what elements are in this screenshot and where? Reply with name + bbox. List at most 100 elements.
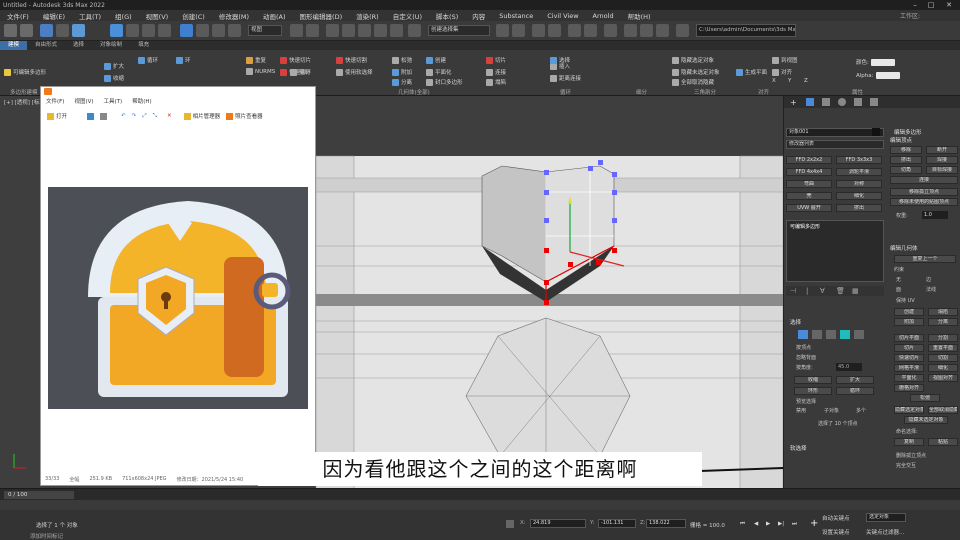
iv-photo-viewer-button[interactable]: 照片查看器 xyxy=(226,112,263,120)
grow-button[interactable]: 扩大 xyxy=(836,376,874,384)
preview-multi-radio[interactable]: 多个 xyxy=(856,407,866,414)
ribbon-hide-unselected[interactable]: 隐藏未选定对象 xyxy=(672,68,720,76)
configure-sets-icon[interactable]: ▦ xyxy=(852,287,859,295)
menu-graph-editors[interactable]: 图形编辑器(D) xyxy=(293,11,350,21)
key-filters-button[interactable]: 关键点过滤器... xyxy=(866,528,904,536)
iv-menu-help[interactable]: 帮助(H) xyxy=(127,97,156,107)
grid-align-button[interactable]: 栅格对齐 xyxy=(894,384,924,392)
ribbon-relax[interactable]: 松弛 xyxy=(392,56,412,64)
edit-vertices-title[interactable]: 编辑顶点 xyxy=(890,136,912,144)
menu-scripting[interactable]: 脚本(S) xyxy=(429,11,465,21)
rect-selection-icon[interactable] xyxy=(142,24,155,37)
weight-value[interactable]: 1.0 xyxy=(922,211,948,219)
break-button[interactable]: 断开 xyxy=(926,146,958,154)
meshsmooth-button[interactable]: 网格平滑 xyxy=(894,364,924,372)
create-button[interactable]: 创建 xyxy=(894,308,924,316)
shrink-button[interactable]: 收缩 xyxy=(794,376,832,384)
make-unique-icon[interactable]: ∀ xyxy=(820,287,825,295)
vertex-level-icon[interactable] xyxy=(798,330,808,339)
hierarchy-tab-icon[interactable] xyxy=(822,98,830,106)
modifier-button-2[interactable]: FFD 3x3x3 xyxy=(836,156,882,164)
modifier-button-6[interactable]: 对称 xyxy=(836,180,882,188)
hide-selected-button[interactable]: 隐藏选定对象 xyxy=(894,406,924,414)
iv-menu-file[interactable]: 文件(F) xyxy=(41,97,69,107)
create-tab-icon[interactable]: + xyxy=(790,98,797,107)
utilities-tab-icon[interactable] xyxy=(870,98,878,106)
y-coord-field[interactable]: -101.131 xyxy=(598,519,636,528)
by-angle-checkbox[interactable]: 按角度: xyxy=(796,364,813,371)
project-path-field[interactable]: C:\Users\admin\Documents\3ds Max 2022 xyxy=(696,24,796,37)
tessellate-button[interactable]: 细化 xyxy=(928,364,958,372)
next-frame-icon[interactable]: ▶| xyxy=(778,521,784,527)
connect-button[interactable]: 连接 xyxy=(890,176,958,184)
menu-help[interactable]: 帮助(H) xyxy=(621,11,658,21)
ribbon-collapse[interactable]: 塌陷 xyxy=(486,78,506,86)
attach-button[interactable]: 附加 xyxy=(894,318,924,326)
ribbon-loop[interactable]: 循环 xyxy=(138,56,158,64)
full-interactivity-checkbox[interactable]: 完全交互 xyxy=(896,462,916,469)
modifier-button-7[interactable]: 壳 xyxy=(786,192,832,200)
preview-subobject-radio[interactable]: 子对象 xyxy=(824,407,839,414)
bind-spacewarp-icon[interactable] xyxy=(72,24,85,37)
render-setup-icon[interactable] xyxy=(624,24,637,37)
ribbon-distance-connect[interactable]: 距离连接 xyxy=(550,74,581,82)
ribbon-unhide-all[interactable]: 全部取消隐藏 xyxy=(672,78,714,86)
group-loops[interactable]: 循环 xyxy=(560,88,571,96)
group-triangulation[interactable]: 三角剖分 xyxy=(694,88,716,96)
ribbon-y[interactable]: Y xyxy=(788,78,791,84)
by-vertex-checkbox[interactable]: 按顶点 xyxy=(796,344,811,351)
mirror-icon[interactable] xyxy=(496,24,509,37)
quickslice-button[interactable]: 快速切片 xyxy=(894,354,924,362)
object-color-swatch[interactable] xyxy=(872,128,880,136)
ribbon-quick-cut[interactable]: 快速切割 xyxy=(336,56,367,64)
ribbon-attach[interactable]: 附加 xyxy=(392,68,412,76)
color-swatch[interactable] xyxy=(870,58,895,66)
set-key-button[interactable]: 设置关键点 xyxy=(822,528,850,536)
remove-isolated-button[interactable]: 移除孤立顶点 xyxy=(890,188,958,196)
modifier-button-3[interactable]: FFD 4x4x4 xyxy=(786,168,832,176)
ribbon-make-planar[interactable]: 生成平面 xyxy=(736,68,767,76)
select-manipulate-icon[interactable] xyxy=(306,24,319,37)
workspace-label[interactable]: 工作区: xyxy=(900,11,920,20)
track-bar[interactable] xyxy=(0,500,960,510)
remove-modifier-icon[interactable]: 🗑 xyxy=(836,287,845,295)
ribbon-detach[interactable]: 分离 xyxy=(392,78,412,86)
ribbon-cut[interactable]: 剪切 xyxy=(290,68,310,76)
schematic-view-icon[interactable] xyxy=(584,24,597,37)
copy-button[interactable]: 复制 xyxy=(894,438,924,446)
constraint-face-radio[interactable]: 面 xyxy=(896,286,901,293)
paste-button[interactable]: 粘贴 xyxy=(928,438,958,446)
play-icon[interactable]: ▶ xyxy=(766,521,770,527)
tab-populate[interactable]: 填充 xyxy=(130,41,157,50)
group-properties[interactable]: 属性 xyxy=(852,88,863,96)
snaps-toggle-icon[interactable] xyxy=(342,24,355,37)
ribbon-slice[interactable]: 切片 xyxy=(486,56,506,64)
group-align[interactable]: 对齐 xyxy=(758,88,769,96)
modify-tab-icon[interactable] xyxy=(806,98,814,106)
pin-stack-icon[interactable]: ⊣ xyxy=(790,287,796,295)
ribbon-editable-poly[interactable]: 可编辑多边形 xyxy=(4,68,46,76)
maximize-button[interactable]: □ xyxy=(924,0,938,10)
iv-rotate-left-btn[interactable]: ↶ xyxy=(121,113,126,119)
iv-photo-manager-button[interactable]: 相片管理器 xyxy=(183,112,220,120)
angle-snap-icon[interactable] xyxy=(358,24,371,37)
weld-button[interactable]: 焊接 xyxy=(926,156,958,164)
ribbon-cap-poly[interactable]: 封口多边形 xyxy=(426,78,463,86)
curve-editor-icon[interactable] xyxy=(568,24,581,37)
percent-snap-icon[interactable] xyxy=(374,24,387,37)
move-icon[interactable] xyxy=(180,24,193,37)
ribbon-create[interactable]: 创建 xyxy=(426,56,446,64)
polygon-level-icon[interactable] xyxy=(840,330,850,339)
cut-button[interactable]: 切割 xyxy=(928,354,958,362)
by-angle-value[interactable]: 45.0 xyxy=(836,363,862,371)
slice-plane-button[interactable]: 切片平面 xyxy=(894,334,924,342)
window-crossing-icon[interactable] xyxy=(158,24,171,37)
collapse-button[interactable]: 塌陷 xyxy=(928,308,958,316)
render-icon[interactable] xyxy=(656,24,669,37)
constraint-none-radio[interactable]: 无 xyxy=(896,276,901,283)
iv-photo-icon-btn[interactable] xyxy=(87,112,95,120)
redo-icon[interactable] xyxy=(20,24,33,37)
ribbon-soft-selection[interactable]: 使用软选择 xyxy=(336,68,373,76)
prev-frame-icon[interactable]: ◀ xyxy=(754,521,758,527)
ribbon-z[interactable]: Z xyxy=(804,78,808,84)
